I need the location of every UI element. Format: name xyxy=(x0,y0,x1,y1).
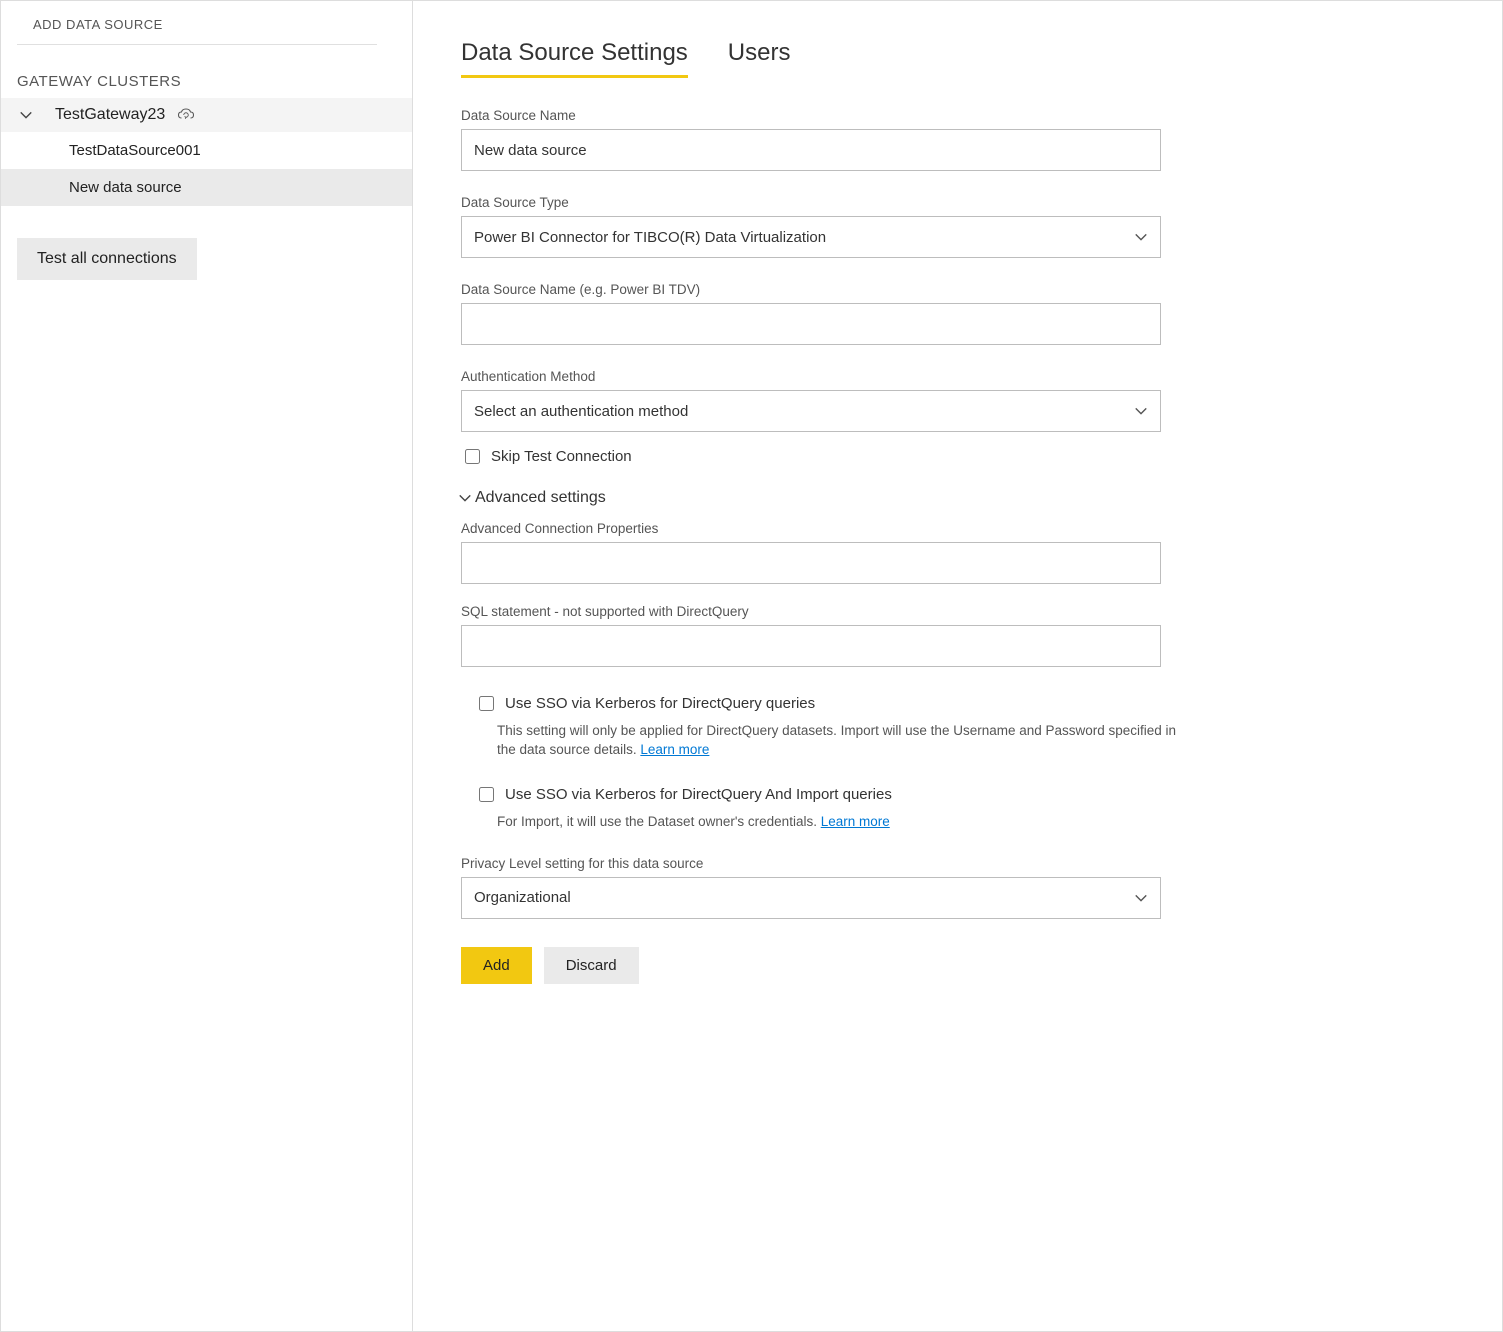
label-advanced-connection-properties: Advanced Connection Properties xyxy=(461,521,1454,536)
checkbox-sso-directquery-import-label: Use SSO via Kerberos for DirectQuery And… xyxy=(505,786,892,803)
clusters-title: GATEWAY CLUSTERS xyxy=(1,73,412,98)
learn-more-link-2[interactable]: Learn more xyxy=(821,814,890,829)
select-data-source-type-value: Power BI Connector for TIBCO(R) Data Vir… xyxy=(474,229,826,246)
sso-directquery-import-help-text: For Import, it will use the Dataset owne… xyxy=(497,814,821,829)
tab-users[interactable]: Users xyxy=(728,39,791,78)
advanced-settings-toggle[interactable]: Advanced settings xyxy=(457,489,1454,507)
label-sql-statement: SQL statement - not supported with Direc… xyxy=(461,604,1454,619)
select-data-source-type[interactable]: Power BI Connector for TIBCO(R) Data Vir… xyxy=(461,216,1161,258)
sidebar-item-datasource-1[interactable]: New data source xyxy=(1,169,412,206)
sso-section: Use SSO via Kerberos for DirectQuery que… xyxy=(475,693,1454,832)
main-panel: Data Source Settings Users Data Source N… xyxy=(413,1,1502,1331)
cluster-name: TestGateway23 xyxy=(55,106,165,124)
field-authentication-method: Authentication Method Select an authenti… xyxy=(461,369,1454,432)
checkbox-sso-directquery-import-input[interactable] xyxy=(479,787,494,802)
sso-directquery-import-help: For Import, it will use the Dataset owne… xyxy=(497,813,1177,832)
field-sql-statement: SQL statement - not supported with Direc… xyxy=(461,604,1454,667)
label-authentication-method: Authentication Method xyxy=(461,369,1454,384)
sidebar: ADD DATA SOURCE GATEWAY CLUSTERS TestGat… xyxy=(1,1,413,1331)
checkbox-skip-test-input[interactable] xyxy=(465,449,480,464)
cluster-row[interactable]: TestGateway23 xyxy=(1,98,412,132)
field-data-source-name: Data Source Name xyxy=(461,108,1454,171)
chevron-down-icon xyxy=(1134,230,1148,244)
discard-button[interactable]: Discard xyxy=(544,947,639,984)
label-privacy-level: Privacy Level setting for this data sour… xyxy=(461,856,1454,871)
field-data-source-type: Data Source Type Power BI Connector for … xyxy=(461,195,1454,258)
input-data-source-name[interactable] xyxy=(461,129,1161,171)
checkbox-sso-directquery: Use SSO via Kerberos for DirectQuery que… xyxy=(475,693,1454,714)
learn-more-link-1[interactable]: Learn more xyxy=(640,742,709,757)
sidebar-header: ADD DATA SOURCE xyxy=(17,13,377,45)
chevron-down-icon xyxy=(1134,891,1148,905)
advanced-settings-label: Advanced settings xyxy=(475,489,606,507)
label-data-source-name-2: Data Source Name (e.g. Power BI TDV) xyxy=(461,282,1454,297)
button-row: Add Discard xyxy=(461,947,1454,984)
checkbox-skip-test: Skip Test Connection xyxy=(461,446,1454,467)
input-advanced-connection-properties[interactable] xyxy=(461,542,1161,584)
input-sql-statement[interactable] xyxy=(461,625,1161,667)
checkbox-sso-directquery-input[interactable] xyxy=(479,696,494,711)
sidebar-item-datasource-0[interactable]: TestDataSource001 xyxy=(1,132,412,169)
label-data-source-type: Data Source Type xyxy=(461,195,1454,210)
input-data-source-name-2[interactable] xyxy=(461,303,1161,345)
field-advanced-connection-properties: Advanced Connection Properties xyxy=(461,521,1454,584)
select-privacy-level[interactable]: Organizational xyxy=(461,877,1161,919)
checkbox-sso-directquery-import: Use SSO via Kerberos for DirectQuery And… xyxy=(475,784,1454,805)
field-privacy-level: Privacy Level setting for this data sour… xyxy=(461,856,1454,919)
chevron-down-icon xyxy=(1134,404,1148,418)
select-privacy-level-value: Organizational xyxy=(474,889,571,906)
select-authentication-method-value: Select an authentication method xyxy=(474,403,688,420)
tab-data-source-settings[interactable]: Data Source Settings xyxy=(461,39,688,78)
label-data-source-name: Data Source Name xyxy=(461,108,1454,123)
chevron-down-icon xyxy=(17,106,35,124)
chevron-down-icon xyxy=(457,490,473,506)
test-all-connections-button[interactable]: Test all connections xyxy=(17,238,197,280)
sso-directquery-help-text: This setting will only be applied for Di… xyxy=(497,723,1176,757)
field-data-source-name-2: Data Source Name (e.g. Power BI TDV) xyxy=(461,282,1454,345)
select-authentication-method[interactable]: Select an authentication method xyxy=(461,390,1161,432)
checkbox-sso-directquery-label: Use SSO via Kerberos for DirectQuery que… xyxy=(505,695,815,712)
add-button[interactable]: Add xyxy=(461,947,532,984)
sso-directquery-help: This setting will only be applied for Di… xyxy=(497,722,1177,760)
tabs: Data Source Settings Users xyxy=(461,39,1454,78)
app-root: ADD DATA SOURCE GATEWAY CLUSTERS TestGat… xyxy=(0,0,1503,1332)
checkbox-skip-test-label: Skip Test Connection xyxy=(491,448,632,465)
cloud-sync-icon xyxy=(177,106,195,124)
